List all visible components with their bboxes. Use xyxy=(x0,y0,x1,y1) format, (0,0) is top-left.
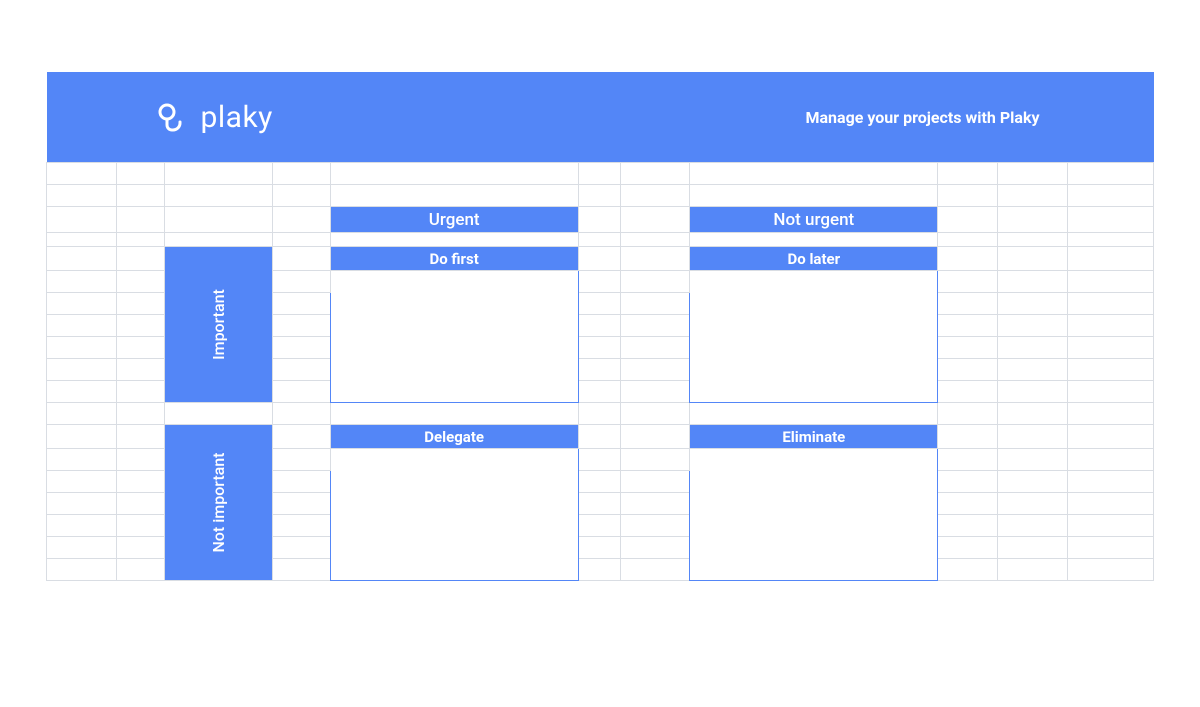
quadrant-title-delegate: Delegate xyxy=(330,425,578,449)
row-header-important: Important xyxy=(164,247,272,403)
tagline: Manage your projects with Plaky xyxy=(805,108,1039,127)
quadrant-do-first[interactable] xyxy=(330,271,578,403)
quadrant-do-later[interactable] xyxy=(690,271,938,403)
plaky-logo-icon xyxy=(157,102,187,132)
header-banner: plaky Manage your projects with Plaky xyxy=(47,72,1068,163)
column-header-urgent: Urgent xyxy=(330,207,578,233)
row-header-not-important: Not important xyxy=(164,425,272,581)
quadrant-delegate[interactable] xyxy=(330,449,578,581)
quadrant-title-do-first: Do first xyxy=(330,247,578,271)
quadrant-eliminate[interactable] xyxy=(690,449,938,581)
brand-name: plaky xyxy=(201,100,273,135)
quadrant-title-do-later: Do later xyxy=(690,247,938,271)
quadrant-title-eliminate: Eliminate xyxy=(690,425,938,449)
brand: plaky xyxy=(157,100,273,135)
column-header-not-urgent: Not urgent xyxy=(690,207,938,233)
spreadsheet-grid[interactable]: plaky Manage your projects with Plaky Ur… xyxy=(46,72,1154,581)
